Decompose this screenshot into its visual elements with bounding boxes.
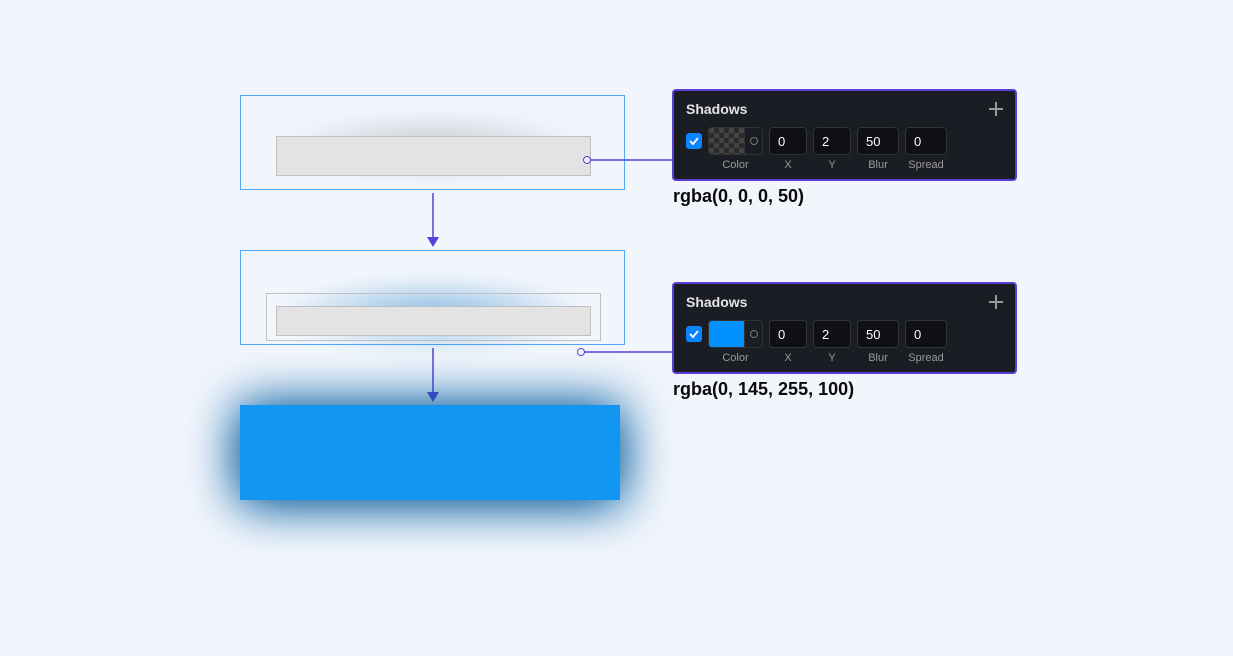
shadow-color-swatch[interactable] [708,127,763,155]
shadow-x-input[interactable]: 0 [769,127,807,155]
example-2-selection-frame [240,250,625,345]
y-label: Y [828,352,835,364]
x-label: X [784,159,791,171]
connector-dot-1 [583,156,591,164]
add-shadow-icon[interactable] [989,295,1003,309]
final-result-layer [240,405,620,500]
panel-1-caption: rgba(0, 0, 0, 50) [673,186,804,207]
add-shadow-icon[interactable] [989,102,1003,116]
blur-label: Blur [868,159,888,171]
y-label: Y [828,159,835,171]
shadow-y-input[interactable]: 2 [813,320,851,348]
transparent-swatch-icon [709,128,744,154]
arrow-down-2 [240,345,625,405]
blue-swatch-icon [709,321,744,347]
shadow-spread-input[interactable]: 0 [905,127,947,155]
example-2-inner-layer [276,306,591,336]
color-detail-icon[interactable] [744,128,762,154]
arrow-down-1 [240,190,625,250]
color-label: Color [722,159,748,171]
example-1-selection-frame [240,95,625,190]
panel-1-title: Shadows [686,101,747,117]
shadow-enabled-checkbox[interactable] [686,326,702,342]
shadow-x-input[interactable]: 0 [769,320,807,348]
panel-2-title: Shadows [686,294,747,310]
color-detail-icon[interactable] [744,321,762,347]
spread-label: Spread [908,352,943,364]
diagram-stage [240,95,625,500]
blur-label: Blur [868,352,888,364]
shadow-spread-input[interactable]: 0 [905,320,947,348]
example-1-layer [276,136,591,176]
panel-2-caption: rgba(0, 145, 255, 100) [673,379,854,400]
shadow-enabled-checkbox[interactable] [686,133,702,149]
color-label: Color [722,352,748,364]
shadows-panel-1: Shadows Color 0 X 2 Y 50 Blur 0 Spread [672,89,1017,181]
shadow-y-input[interactable]: 2 [813,127,851,155]
shadow-blur-input[interactable]: 50 [857,320,899,348]
shadow-blur-input[interactable]: 50 [857,127,899,155]
x-label: X [784,352,791,364]
spread-label: Spread [908,159,943,171]
shadow-color-swatch[interactable] [708,320,763,348]
connector-dot-2 [577,348,585,356]
shadows-panel-2: Shadows Color 0 X 2 Y 50 Blur 0 Spread [672,282,1017,374]
